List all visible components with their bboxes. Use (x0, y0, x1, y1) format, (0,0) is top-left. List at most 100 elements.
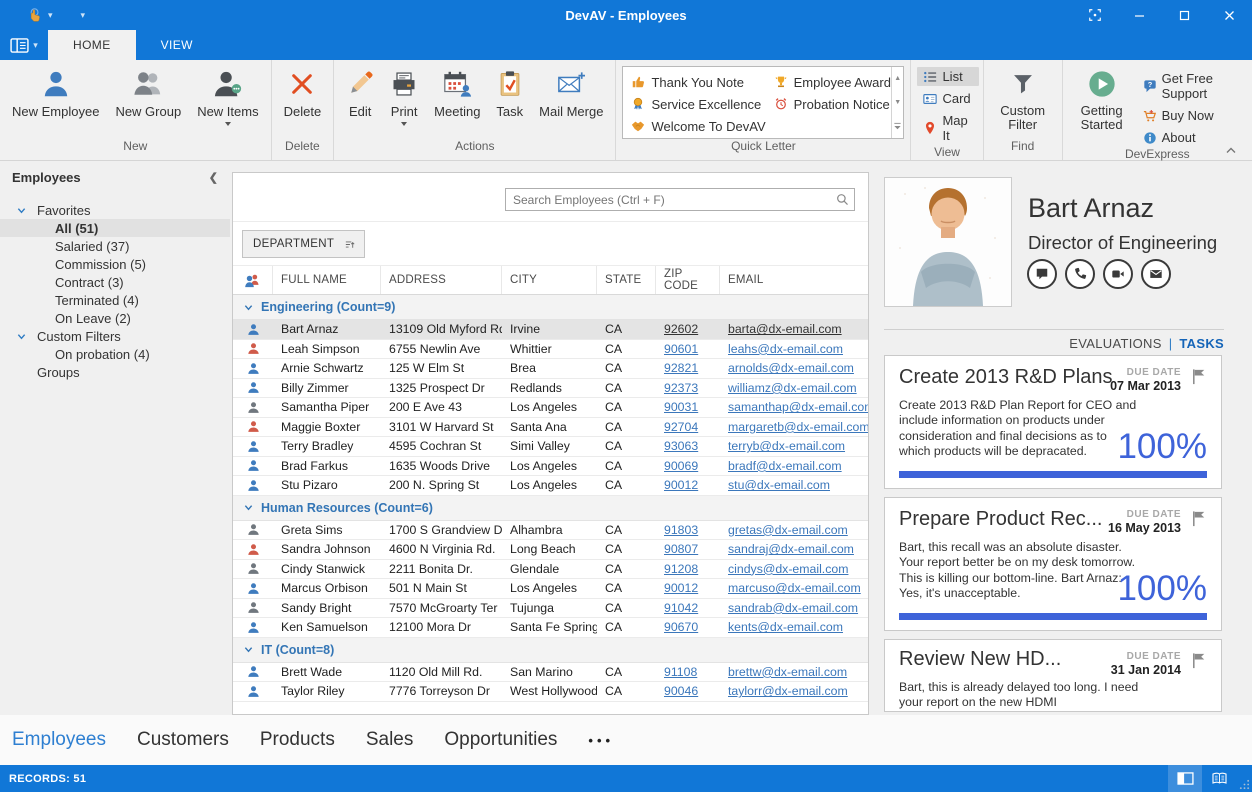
view-map-it-button[interactable]: Map It (917, 111, 978, 145)
email-link[interactable]: sandrab@dx-email.com (728, 601, 858, 615)
employee-row-leah-simpson[interactable]: Leah Simpson6755 Newlin AveWhittierCA906… (233, 340, 868, 360)
close-button[interactable] (1207, 0, 1252, 30)
sidebar-item-groups[interactable]: Groups (0, 363, 230, 381)
employee-row-marcus-orbison[interactable]: Marcus Orbison501 N Main StLos AngelesCA… (233, 579, 868, 599)
zip-link[interactable]: 91108 (664, 665, 697, 679)
employee-row-terry-bradley[interactable]: Terry Bradley4595 Cochran StSimi ValleyC… (233, 437, 868, 457)
zip-link[interactable]: 91208 (664, 562, 698, 576)
tab-evaluations[interactable]: EVALUATIONS (1069, 336, 1161, 351)
meeting-button[interactable]: Meeting (426, 65, 488, 119)
custom-filter-button[interactable]: Custom Filter (988, 65, 1058, 133)
sidebar-item-custom-filters[interactable]: Custom Filters (0, 327, 230, 345)
mail-merge-button[interactable]: Mail Merge (531, 65, 611, 119)
zip-link[interactable]: 92602 (664, 322, 698, 336)
reading-pane-toggle[interactable] (1168, 765, 1202, 792)
quick-letter-employee-award[interactable]: Employee Award (774, 71, 891, 93)
group-by-department-chip[interactable]: DEPARTMENT (242, 230, 365, 258)
gallery-expand[interactable] (892, 114, 904, 138)
employee-row-taylor-riley[interactable]: Taylor Riley7776 Torreyson DrWest Hollyw… (233, 682, 868, 702)
zip-link[interactable]: 93063 (664, 439, 698, 453)
person-column-header[interactable] (233, 266, 273, 294)
column-header-address[interactable]: ADDRESS (381, 266, 502, 294)
employee-row-greta-sims[interactable]: Greta Sims1700 S Grandview Dr.AlhambraCA… (233, 521, 868, 541)
module-tab-opportunities[interactable]: Opportunities (444, 729, 557, 751)
email-link[interactable]: terryb@dx-email.com (728, 439, 845, 453)
zip-link[interactable]: 90601 (664, 342, 698, 356)
getting-started-button[interactable]: Getting Started (1067, 65, 1137, 133)
task-card-create-2013-r-d-plans[interactable]: Create 2013 R&D PlansDUE DATE07 Mar 2013… (884, 355, 1222, 489)
zip-link[interactable]: 90012 (664, 478, 698, 492)
email-link[interactable]: kents@dx-email.com (728, 620, 843, 634)
zip-link[interactable]: 90012 (664, 581, 698, 595)
email-link[interactable]: leahs@dx-email.com (728, 342, 843, 356)
buy-now-button[interactable]: Buy Now (1137, 106, 1248, 125)
minimize-button[interactable] (1117, 0, 1162, 30)
module-tab-overflow[interactable]: ••• (588, 733, 614, 748)
email-link[interactable]: taylorr@dx-email.com (728, 684, 848, 698)
get-free-support-button[interactable]: ? Get Free Support (1137, 69, 1248, 103)
zip-link[interactable]: 92704 (664, 420, 698, 434)
employee-row-bart-arnaz[interactable]: Bart Arnaz13109 Old Myford RdIrvineCA926… (233, 320, 868, 340)
zip-link[interactable]: 90046 (664, 684, 698, 698)
delete-button[interactable]: Delete (276, 65, 330, 119)
employee-row-sandra-johnson[interactable]: Sandra Johnson4600 N Virginia Rd.Long Be… (233, 540, 868, 560)
quick-letter-probation-notice[interactable]: Probation Notice (774, 93, 891, 115)
search-icon[interactable] (836, 193, 849, 206)
view-card-button[interactable]: Card (917, 89, 978, 108)
task-card-prepare-product-rec[interactable]: Prepare Product Rec...DUE DATE16 May 201… (884, 497, 1222, 631)
task-button[interactable]: Task (488, 65, 531, 119)
chevron-down-icon[interactable] (17, 206, 37, 215)
quick-letter-service-excellence[interactable]: Service Excellence (631, 93, 765, 115)
reading-view-toggle[interactable] (1202, 765, 1236, 792)
email-link[interactable]: gretas@dx-email.com (728, 523, 848, 537)
video-call-button[interactable] (1103, 259, 1133, 289)
employee-row-cindy-stanwick[interactable]: Cindy Stanwick2211 Bonita Dr.GlendaleCA9… (233, 560, 868, 580)
employee-row-billy-zimmer[interactable]: Billy Zimmer1325 Prospect DrRedlandsCA92… (233, 379, 868, 399)
gallery-scroll-up[interactable]: ▲ (892, 67, 904, 91)
task-card-review-new-hd[interactable]: Review New HD...DUE DATE31 Jan 2014Bart,… (884, 639, 1222, 712)
email-link[interactable]: margaretb@dx-email.com (728, 420, 868, 434)
zip-link[interactable]: 92373 (664, 381, 698, 395)
group-row-human-resources-count-6[interactable]: Human Resources (Count=6) (233, 496, 868, 521)
group-row-it-count-8[interactable]: IT (Count=8) (233, 638, 868, 663)
zip-link[interactable]: 90670 (664, 620, 698, 634)
group-row-engineering-count-9[interactable]: Engineering (Count=9) (233, 295, 868, 320)
email-link[interactable]: samanthap@dx-email.com (728, 400, 868, 414)
print-button[interactable]: Print (382, 65, 426, 126)
sidebar-item-terminated-4[interactable]: Terminated (4) (0, 291, 230, 309)
zip-link[interactable]: 91042 (664, 601, 698, 615)
zip-link[interactable]: 92821 (664, 361, 698, 375)
sidebar-item-contract-3[interactable]: Contract (3) (0, 273, 230, 291)
dpi-awareness-icon[interactable] (1072, 0, 1117, 30)
employee-row-ken-samuelson[interactable]: Ken Samuelson12100 Mora DrSanta Fe Sprin… (233, 618, 868, 638)
collapse-ribbon-button[interactable] (1226, 147, 1236, 154)
email-link[interactable]: sandraj@dx-email.com (728, 542, 854, 556)
module-tab-sales[interactable]: Sales (366, 729, 414, 751)
zip-link[interactable]: 90069 (664, 459, 698, 473)
module-tab-customers[interactable]: Customers (137, 729, 229, 751)
employee-row-brad-farkus[interactable]: Brad Farkus1635 Woods DriveLos AngelesCA… (233, 457, 868, 477)
email-link[interactable]: bradf@dx-email.com (728, 459, 842, 473)
sidebar-item-on-leave-2[interactable]: On Leave (2) (0, 309, 230, 327)
email-button[interactable] (1141, 259, 1171, 289)
view-list-button[interactable]: List (917, 67, 978, 86)
tab-home[interactable]: HOME (48, 30, 136, 60)
sidebar-item-favorites[interactable]: Favorites (0, 201, 230, 219)
email-link[interactable]: brettw@dx-email.com (728, 665, 847, 679)
column-header-zip-code[interactable]: ZIP CODE (656, 266, 720, 294)
column-header-city[interactable]: CITY (502, 266, 597, 294)
sidebar-item-on-probation-4[interactable]: On probation (4) (0, 345, 230, 363)
tab-view[interactable]: VIEW (136, 30, 218, 60)
zip-link[interactable]: 90807 (664, 542, 698, 556)
employee-row-brett-wade[interactable]: Brett Wade1120 Old Mill Rd.San MarinoCA9… (233, 663, 868, 683)
resize-grip[interactable] (1236, 765, 1252, 792)
call-button[interactable] (1065, 259, 1095, 289)
employee-row-maggie-boxter[interactable]: Maggie Boxter3101 W Harvard StSanta AnaC… (233, 418, 868, 438)
column-header-state[interactable]: STATE (597, 266, 656, 294)
new-items-button[interactable]: New Items (189, 65, 266, 126)
zip-link[interactable]: 91803 (664, 523, 698, 537)
maximize-button[interactable] (1162, 0, 1207, 30)
employee-row-sandy-bright[interactable]: Sandy Bright7570 McGroarty TerTujungaCA9… (233, 599, 868, 619)
quick-letter-thank-you-note[interactable]: Thank You Note (631, 71, 765, 93)
email-link[interactable]: marcuso@dx-email.com (728, 581, 861, 595)
